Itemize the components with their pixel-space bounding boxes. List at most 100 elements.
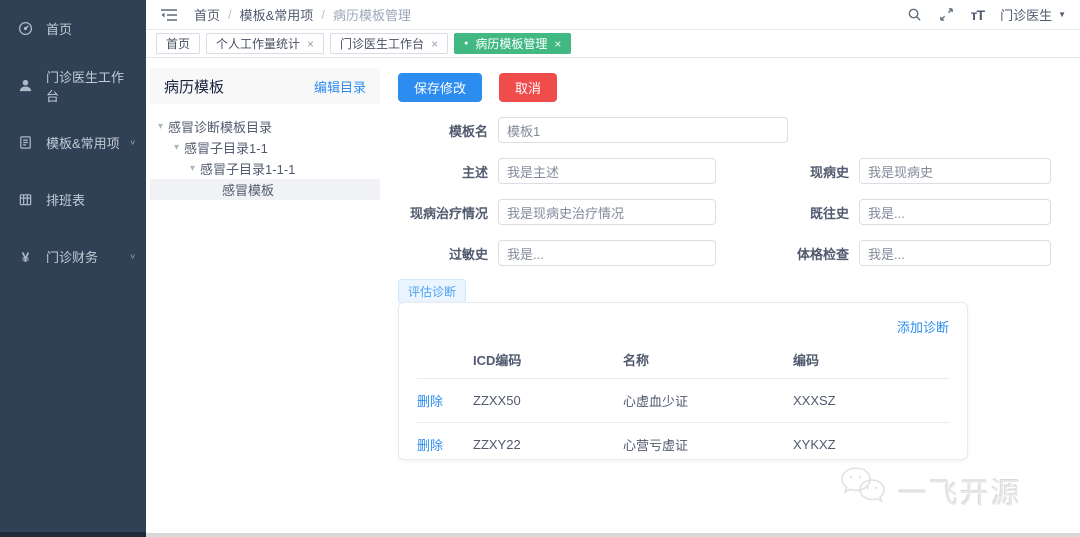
chevron-down-icon: ∨ — [129, 138, 136, 147]
past-history-label: 既往史 — [809, 205, 849, 221]
sidebar-item-finance[interactable]: ¥ 门诊财务 ∨ — [0, 228, 146, 285]
tree-node-label: 感冒子目录1-1-1 — [200, 162, 296, 177]
breadcrumb-home[interactable]: 首页 — [194, 5, 220, 24]
dashboard-icon — [18, 21, 33, 36]
breadcrumb-separator: / — [321, 7, 325, 22]
breadcrumb-current: 病历模板管理 — [332, 8, 411, 23]
bottom-strip-light — [146, 533, 1080, 537]
tab-label: 门诊医生工作台 — [340, 37, 425, 51]
search-icon[interactable] — [907, 7, 923, 23]
sidebar-item-doctor-workbench[interactable]: 门诊医生工作台 — [0, 57, 146, 114]
dropdown-caret-icon: ▼ — [1058, 10, 1066, 19]
tree-node[interactable]: ▾ 感冒诊断模板目录 — [150, 116, 380, 137]
diagnosis-table: ICD编码 名称 编码 删除 ZZXX50 心虚血少证 XXXSZ 删除 ZZX… — [417, 344, 949, 466]
template-tree: ▾ 感冒诊断模板目录 ▾ 感冒子目录1-1 ▾ 感冒子目录1-1-1 感冒模板 — [150, 104, 380, 200]
physical-exam-input[interactable] — [859, 240, 1051, 266]
sidebar-collapse-icon[interactable] — [160, 8, 178, 22]
bottom-strip-dark — [0, 532, 146, 537]
sidebar-item-home[interactable]: 首页 — [0, 0, 146, 57]
close-icon[interactable]: × — [307, 38, 314, 50]
breadcrumb-separator: / — [228, 7, 232, 22]
breadcrumb: 首页 / 模板&常用项 / 病历模板管理 — [194, 5, 411, 24]
template-panel: 病历模板 编辑目录 ▾ 感冒诊断模板目录 ▾ 感冒子目录1-1 ▾ 感冒子目录1… — [150, 68, 380, 200]
panel-title: 病历模板 — [164, 78, 225, 96]
add-diagnosis-link[interactable]: 添加诊断 — [897, 320, 949, 335]
user-menu[interactable]: 门诊医生 ▼ — [1000, 5, 1066, 24]
breadcrumb-section[interactable]: 模板&常用项 — [240, 5, 314, 24]
tab-label: 个人工作量统计 — [216, 37, 301, 51]
column-header-action — [417, 344, 473, 379]
tab-home[interactable]: 首页 — [156, 33, 201, 54]
sidebar-item-templates[interactable]: 模板&常用项 ∨ — [0, 114, 146, 171]
column-header-name: 名称 — [623, 344, 793, 379]
cell-code: XXXSZ — [793, 378, 949, 423]
cell-icd: ZZXX50 — [473, 378, 623, 423]
present-illness-label: 现病史 — [809, 164, 849, 180]
table-row: 删除 ZZXX50 心虚血少证 XXXSZ — [417, 378, 949, 423]
cancel-button[interactable]: 取消 — [499, 73, 558, 102]
user-icon — [18, 78, 33, 93]
tree-node[interactable]: ▾ 感冒子目录1-1 — [150, 137, 380, 158]
caret-down-icon[interactable]: ▾ — [158, 121, 163, 132]
edit-directory-link[interactable]: 编辑目录 — [314, 77, 366, 96]
cell-code: XYKXZ — [793, 437, 836, 452]
allergy-history-input[interactable] — [498, 240, 716, 266]
sidebar-item-label: 首页 — [46, 22, 73, 37]
tab-personal-workload[interactable]: 个人工作量统计 × — [206, 33, 325, 54]
cell-icd: ZZXY22 — [473, 437, 521, 452]
delete-row-link[interactable]: 删除 — [417, 438, 443, 453]
schedule-icon — [18, 192, 33, 207]
sidebar-item-schedule[interactable]: 排班表 — [0, 171, 146, 228]
sidebar-item-label: 排班表 — [46, 193, 86, 208]
active-dot-icon: ● — [464, 40, 469, 47]
tree-node-label: 感冒诊断模板目录 — [168, 120, 273, 135]
caret-down-icon[interactable]: ▾ — [190, 163, 195, 174]
chat-bubbles-logo-icon — [836, 466, 888, 515]
column-header-icd: ICD编码 — [473, 344, 623, 379]
allergy-history-label: 过敏史 — [448, 246, 488, 262]
tab-template-management[interactable]: ● 病历模板管理 × — [454, 33, 572, 54]
template-form: 模板名 主述 现病史 现病治疗情况 既往史 — [398, 117, 1051, 281]
form-actions: 保存修改 取消 — [398, 73, 558, 102]
template-name-label: 模板名 — [448, 123, 488, 139]
tab-doctor-workbench[interactable]: 门诊医生工作台 × — [330, 33, 449, 54]
watermark-text: 一飞开源 — [897, 477, 1022, 510]
sidebar: 首页 门诊医生工作台 模板&常用项 ∨ 排班表 ¥ 门诊财务 ∨ — [0, 0, 146, 537]
font-size-icon[interactable]: тT — [971, 7, 985, 23]
template-panel-header: 病历模板 编辑目录 — [150, 68, 380, 104]
cell-name: 心虚血少证 — [623, 378, 793, 423]
tab-label: 首页 — [166, 37, 191, 51]
caret-down-icon[interactable]: ▾ — [174, 142, 179, 153]
sidebar-item-label: 门诊医生工作台 — [46, 69, 125, 104]
close-icon[interactable]: × — [554, 38, 561, 50]
yen-icon: ¥ — [21, 248, 30, 265]
topbar-actions: тT 门诊医生 ▼ — [907, 5, 1066, 24]
cell-name: 心营亏虚证 — [623, 438, 689, 453]
present-treatment-input[interactable] — [498, 199, 716, 225]
chief-complaint-label: 主述 — [461, 164, 488, 180]
present-illness-input[interactable] — [859, 158, 1051, 184]
diagnosis-card: 添加诊断 ICD编码 名称 编码 删除 ZZXX50 心虚血少证 XXXSZ 删… — [398, 302, 968, 460]
sidebar-item-label: 门诊财务 — [46, 250, 99, 265]
user-name: 门诊医生 — [1000, 8, 1053, 23]
top-bar: 首页 / 模板&常用项 / 病历模板管理 тT 门诊医生 ▼ — [146, 0, 1080, 30]
chevron-down-icon: ∨ — [129, 252, 136, 261]
chief-complaint-input[interactable] — [498, 158, 716, 184]
tab-bar: 首页 个人工作量统计 × 门诊医生工作台 × ● 病历模板管理 × — [146, 30, 1080, 58]
present-treatment-label: 现病治疗情况 — [409, 205, 488, 221]
tree-node[interactable]: ▾ 感冒子目录1-1-1 — [150, 158, 380, 179]
tab-assessment-diagnosis[interactable]: 评估诊断 — [398, 279, 467, 304]
past-history-input[interactable] — [859, 199, 1051, 225]
main-area: 首页 / 模板&常用项 / 病历模板管理 тT 门诊医生 ▼ 首页 个人工作量统… — [146, 0, 1080, 537]
tab-label: 病历模板管理 — [475, 37, 548, 51]
table-row: 删除 ZZXY22 心营亏虚证 XYKXZ — [417, 423, 949, 467]
tree-node-selected[interactable]: 感冒模板 — [150, 179, 380, 200]
template-name-input[interactable] — [498, 117, 788, 143]
sidebar-item-label: 模板&常用项 — [46, 136, 120, 151]
physical-exam-label: 体格检查 — [796, 246, 849, 262]
delete-row-link[interactable]: 删除 — [417, 394, 443, 409]
fullscreen-icon[interactable] — [939, 7, 955, 23]
save-button[interactable]: 保存修改 — [398, 73, 483, 102]
watermark: 一飞开源 — [836, 466, 1022, 515]
close-icon[interactable]: × — [431, 38, 438, 50]
